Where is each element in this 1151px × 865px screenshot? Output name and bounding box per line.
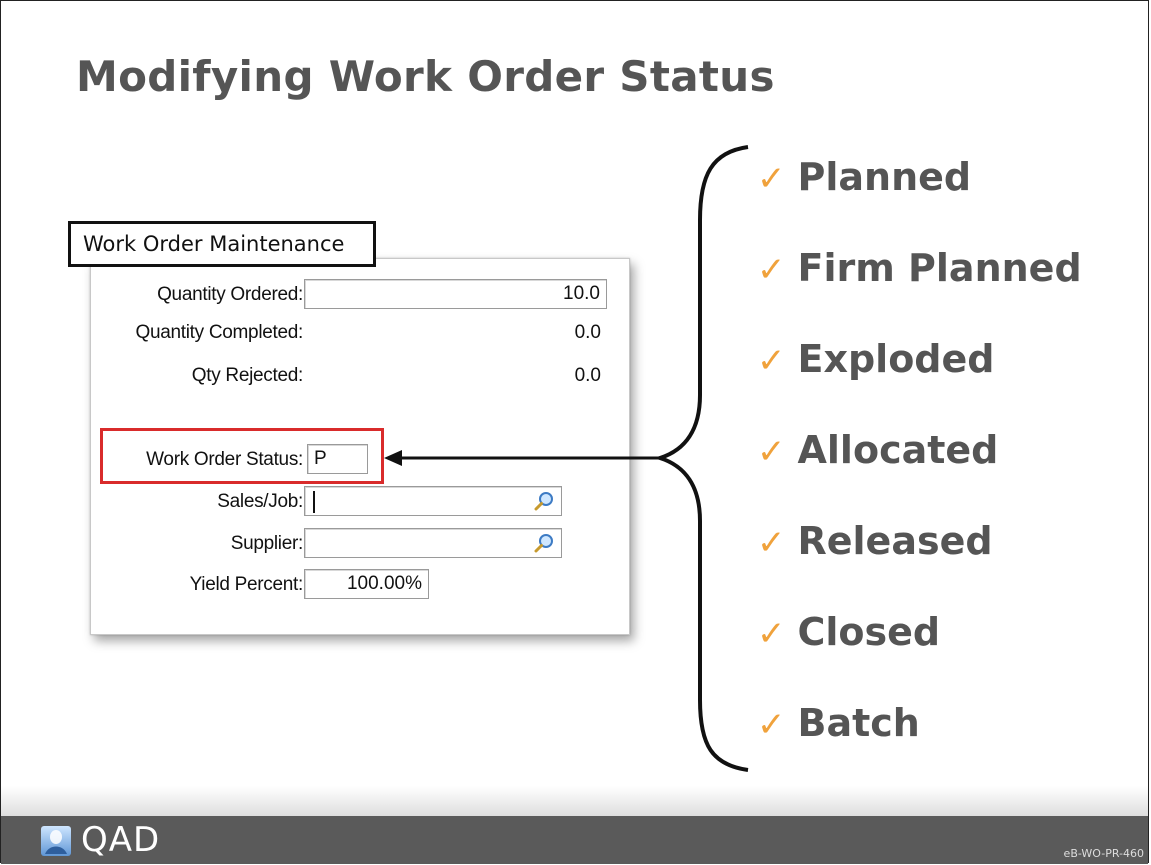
footer-gradient xyxy=(1,786,1148,816)
check-icon: ✓ xyxy=(757,341,786,381)
curly-brace xyxy=(653,145,749,772)
check-icon: ✓ xyxy=(757,432,786,472)
status-label: Exploded xyxy=(797,337,995,381)
status-item-planned: ✓ Planned xyxy=(757,155,971,199)
status-label: Batch xyxy=(797,701,920,745)
arrow-head xyxy=(384,450,402,466)
status-label: Allocated xyxy=(797,428,999,472)
check-icon: ✓ xyxy=(757,159,786,199)
check-icon: ✓ xyxy=(757,523,786,563)
status-label: Closed xyxy=(797,610,941,654)
slide-code: eB-WO-PR-460 xyxy=(1063,847,1144,860)
qad-logo-text: QAD xyxy=(81,820,161,860)
status-item-firm-planned: ✓ Firm Planned xyxy=(757,246,1082,290)
status-item-exploded: ✓ Exploded xyxy=(757,337,994,381)
check-icon: ✓ xyxy=(757,705,786,745)
status-label: Released xyxy=(797,519,993,563)
status-label: Firm Planned xyxy=(797,246,1082,290)
check-icon: ✓ xyxy=(757,250,786,290)
status-label: Planned xyxy=(797,155,972,199)
status-item-closed: ✓ Closed xyxy=(757,610,940,654)
check-icon: ✓ xyxy=(757,614,786,654)
qad-logo-icon xyxy=(41,826,71,856)
status-item-allocated: ✓ Allocated xyxy=(757,428,998,472)
footer-bar: QAD eB-WO-PR-460 xyxy=(1,816,1148,864)
status-item-released: ✓ Released xyxy=(757,519,993,563)
status-item-batch: ✓ Batch xyxy=(757,701,920,745)
